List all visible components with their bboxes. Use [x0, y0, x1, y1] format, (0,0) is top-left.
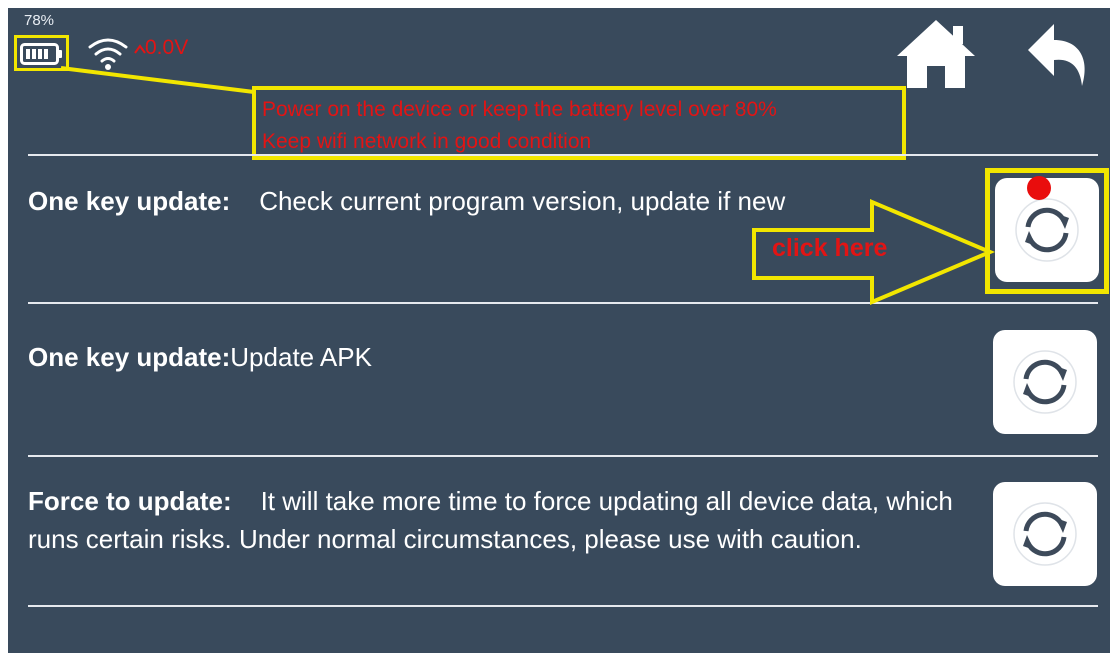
row-text: Force to update: It will take more time …	[28, 482, 978, 558]
divider	[28, 605, 1098, 607]
tip-callout-box: Power on the device or keep the battery …	[252, 86, 906, 160]
row-description: Check current program version, update if…	[259, 186, 786, 216]
click-here-label: click here	[772, 234, 888, 262]
home-icon[interactable]	[895, 18, 977, 90]
sync-icon	[1013, 502, 1077, 566]
row-description: Update APK	[230, 342, 372, 372]
back-icon[interactable]	[1024, 20, 1092, 90]
sync-icon	[1013, 350, 1077, 414]
row-title: One key update:	[28, 186, 231, 216]
divider	[28, 455, 1098, 457]
callout-connector	[60, 66, 255, 94]
update-screen: 78% 0.0V Power on the device or keep the…	[8, 8, 1110, 653]
tip-battery-text: Power on the device or keep the battery …	[262, 98, 777, 121]
update-apk-button[interactable]	[993, 330, 1097, 434]
tip-wifi-text: Keep wifi network in good condition	[262, 130, 592, 153]
force-update-button[interactable]	[993, 482, 1097, 586]
divider	[28, 154, 1098, 156]
update-available-dot	[1027, 176, 1051, 200]
row-title: Force to update:	[28, 486, 232, 516]
row-title: One key update:	[28, 342, 231, 372]
row-text: One key update:Update APK	[28, 338, 978, 376]
